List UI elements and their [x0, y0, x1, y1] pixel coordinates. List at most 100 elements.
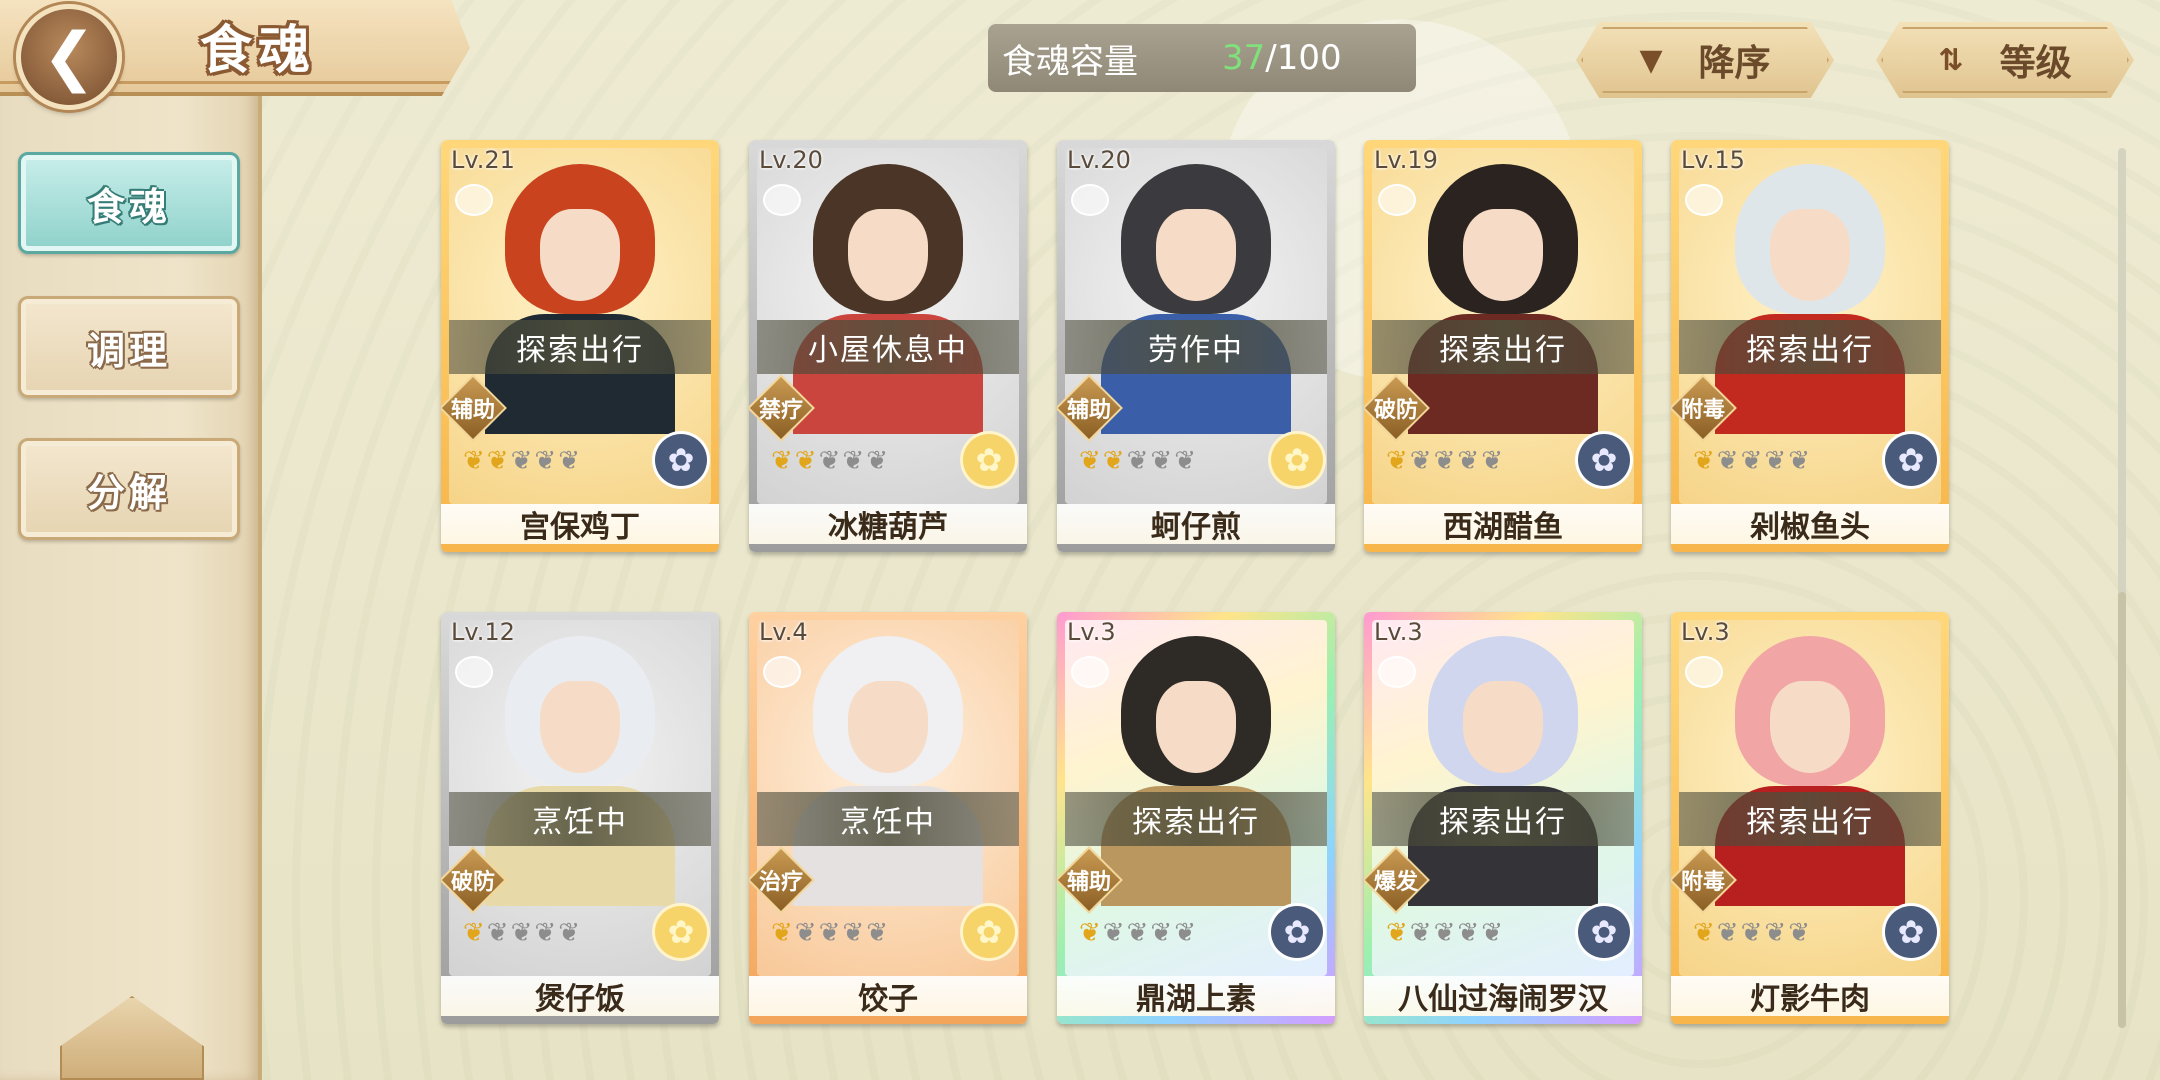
flame-star-icon: ❦ — [510, 446, 533, 476]
portrait-face — [540, 681, 620, 773]
card-status: 探索出行 — [449, 320, 711, 374]
card-role-badge: 治疗 — [749, 846, 815, 914]
sidebar-item-fenjie[interactable]: 分解 — [18, 438, 240, 540]
character-card[interactable]: Lv.3 探索出行 辅助 ❦ ❦ ❦ ❦ ❦ ✿ 鼎湖上素 — [1057, 612, 1335, 1024]
triangle-down-icon: ▼ — [1639, 42, 1663, 78]
scroll-ornament — [60, 996, 204, 1080]
flame-star-icon: ❦ — [771, 918, 793, 948]
flame-star-icon: ❦ — [1457, 918, 1480, 948]
card-star-rating: ❦ ❦ ❦ ❦ ❦ — [1693, 918, 1810, 948]
card-role-label: 辅助 — [1066, 398, 1111, 423]
card-name: 宫保鸡丁 — [441, 504, 719, 545]
portrait-face — [1463, 681, 1543, 773]
flower-emblem-icon: ✿ — [1885, 434, 1937, 486]
capacity-current: 37 — [1222, 38, 1266, 78]
flame-star-icon: ❦ — [1764, 918, 1787, 948]
card-name: 冰糖葫芦 — [749, 504, 1027, 545]
character-card[interactable]: Lv.3 探索出行 爆发 ❦ ❦ ❦ ❦ ❦ ✿ 八仙过海闹罗汉 — [1364, 612, 1642, 1024]
sidebar-item-shihun[interactable]: 食魂 — [18, 152, 240, 254]
flame-star-icon: ❦ — [1102, 918, 1125, 948]
sidebar-item-tiaoli[interactable]: 调理 — [18, 296, 240, 398]
card-status: 探索出行 — [1372, 792, 1634, 846]
card-level: Lv.3 — [1681, 618, 1730, 646]
card-star-rating: ❦ ❦ ❦ ❦ ❦ — [1386, 918, 1503, 948]
flame-star-icon: ❦ — [794, 918, 817, 948]
character-card[interactable]: Lv.20 劳作中 辅助 ❦ ❦ ❦ ❦ ❦ ✿ 蚵仔煎 — [1057, 140, 1335, 552]
card-role-badge: 附毒 — [1671, 374, 1737, 442]
card-status: 探索出行 — [1065, 792, 1327, 846]
flame-star-icon: ❦ — [1716, 918, 1739, 948]
card-role-badge: 辅助 — [441, 374, 507, 442]
sort-order-button[interactable]: ▼ 降序 — [1576, 22, 1834, 98]
card-role-badge: 爆发 — [1364, 846, 1430, 914]
card-status: 探索出行 — [1679, 320, 1941, 374]
card-level: Lv.15 — [1681, 146, 1745, 174]
card-role-label: 治疗 — [758, 870, 803, 895]
flame-star-icon: ❦ — [1102, 446, 1125, 476]
portrait-face — [1156, 681, 1236, 773]
card-lock-icon — [455, 184, 493, 216]
flower-emblem-icon: ✿ — [1578, 434, 1630, 486]
portrait-face — [540, 209, 620, 301]
flower-emblem-icon: ✿ — [1885, 906, 1937, 958]
flame-star-icon: ❦ — [486, 918, 509, 948]
card-star-rating: ❦ ❦ ❦ ❦ ❦ — [463, 918, 580, 948]
card-lock-icon — [763, 656, 801, 688]
flower-emblem-icon: ✿ — [1578, 906, 1630, 958]
flower-emblem-icon: ✿ — [1271, 906, 1323, 958]
flame-star-icon: ❦ — [463, 918, 485, 948]
card-role-badge: 禁疗 — [749, 374, 815, 442]
character-card[interactable]: Lv.3 探索出行 附毒 ❦ ❦ ❦ ❦ ❦ ✿ 灯影牛肉 — [1671, 612, 1949, 1024]
flame-star-icon: ❦ — [1409, 446, 1432, 476]
card-status: 劳作中 — [1065, 320, 1327, 374]
character-card[interactable]: Lv.4 烹饪中 治疗 ❦ ❦ ❦ ❦ ❦ ✿ 饺子 — [749, 612, 1027, 1024]
back-button[interactable]: ❮ — [16, 4, 122, 110]
flame-star-icon: ❦ — [818, 446, 841, 476]
card-status: 探索出行 — [1372, 320, 1634, 374]
scrollbar[interactable] — [2118, 148, 2126, 1028]
sidebar-item-label: 调理 — [86, 328, 171, 373]
card-role-label: 破防 — [450, 870, 495, 895]
card-role-label: 辅助 — [450, 398, 495, 423]
flame-star-icon: ❦ — [1481, 446, 1503, 476]
chevron-left-icon: ❮ — [42, 20, 96, 94]
card-status: 小屋休息中 — [757, 320, 1019, 374]
character-card[interactable]: Lv.20 小屋休息中 禁疗 ❦ ❦ ❦ ❦ ❦ ✿ 冰糖葫芦 — [749, 140, 1027, 552]
card-role-badge: 破防 — [1364, 374, 1430, 442]
card-star-rating: ❦ ❦ ❦ ❦ ❦ — [463, 446, 580, 476]
card-status: 烹饪中 — [757, 792, 1019, 846]
card-lock-icon — [1071, 656, 1109, 688]
card-level: Lv.21 — [451, 146, 515, 174]
card-name: 蚵仔煎 — [1057, 504, 1335, 545]
portrait-face — [1156, 209, 1236, 301]
card-role-badge: 破防 — [441, 846, 507, 914]
flame-star-icon: ❦ — [842, 918, 865, 948]
card-level: Lv.12 — [451, 618, 515, 646]
card-lock-icon — [763, 184, 801, 216]
scrollbar-thumb[interactable] — [2118, 592, 2126, 1028]
flame-star-icon: ❦ — [463, 446, 485, 476]
flame-star-icon: ❦ — [1693, 918, 1715, 948]
character-card[interactable]: Lv.21 探索出行 辅助 ❦ ❦ ❦ ❦ ❦ ✿ 宫保鸡丁 — [441, 140, 719, 552]
flame-star-icon: ❦ — [771, 446, 793, 476]
card-level: Lv.20 — [759, 146, 823, 174]
flame-star-icon: ❦ — [1386, 446, 1408, 476]
character-card[interactable]: Lv.12 烹饪中 破防 ❦ ❦ ❦ ❦ ❦ ✿ 煲仔饭 — [441, 612, 719, 1024]
sort-field-button[interactable]: ⇅ 等级 — [1876, 22, 2134, 98]
sort-field-label: 等级 — [1999, 43, 2072, 84]
flower-emblem-icon: ✿ — [1271, 434, 1323, 486]
flame-star-icon: ❦ — [1150, 918, 1173, 948]
character-card[interactable]: Lv.19 探索出行 破防 ❦ ❦ ❦ ❦ ❦ ✿ 西湖醋鱼 — [1364, 140, 1642, 552]
character-card[interactable]: Lv.15 探索出行 附毒 ❦ ❦ ❦ ❦ ❦ ✿ 剁椒鱼头 — [1671, 140, 1949, 552]
sort-order-label: 降序 — [1698, 43, 1771, 84]
flame-star-icon: ❦ — [510, 918, 533, 948]
card-star-rating: ❦ ❦ ❦ ❦ ❦ — [1386, 446, 1503, 476]
card-lock-icon — [455, 656, 493, 688]
flame-star-icon: ❦ — [558, 446, 580, 476]
capacity-label: 食魂容量 — [1002, 41, 1138, 82]
flame-star-icon: ❦ — [1150, 446, 1173, 476]
card-name: 八仙过海闹罗汉 — [1364, 976, 1642, 1017]
flame-star-icon: ❦ — [1788, 918, 1810, 948]
card-name: 西湖醋鱼 — [1364, 504, 1642, 545]
card-name: 剁椒鱼头 — [1671, 504, 1949, 545]
